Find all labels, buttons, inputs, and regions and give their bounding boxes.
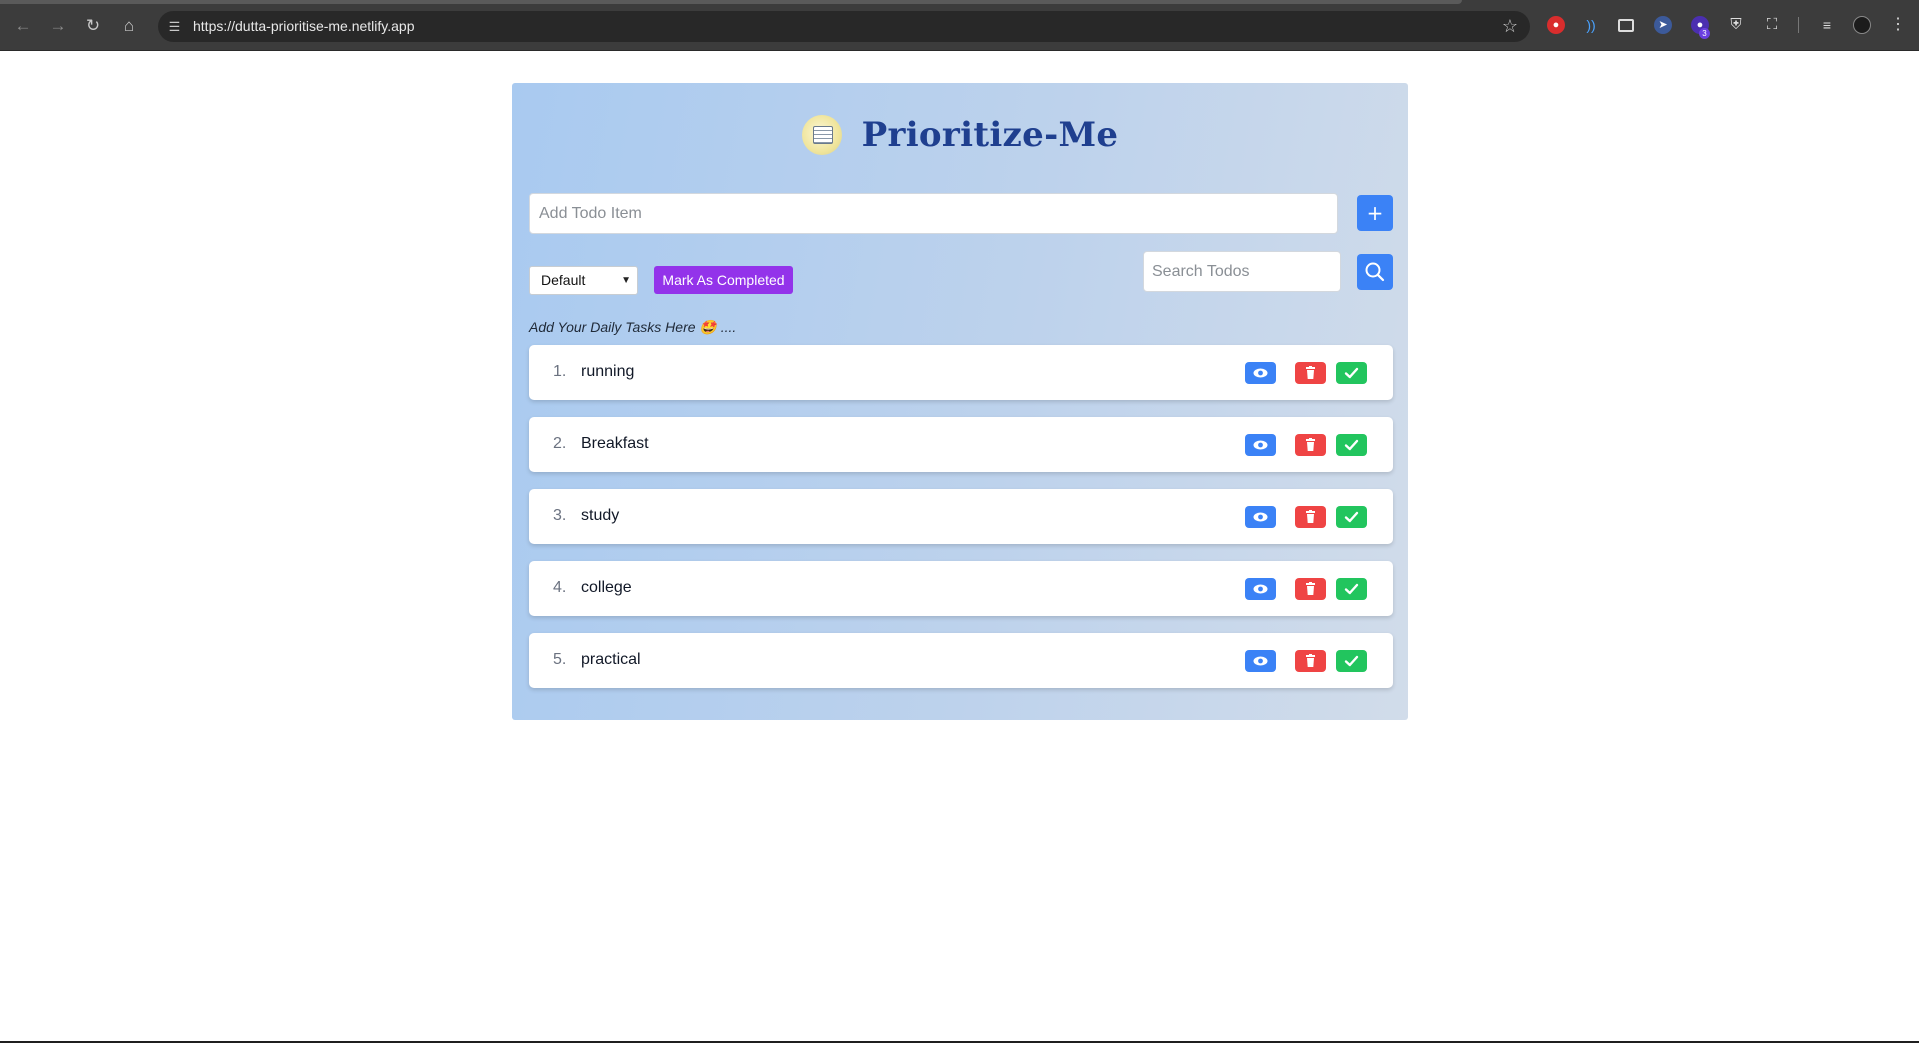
todo-text: Breakfast xyxy=(581,435,649,452)
todo-text: study xyxy=(581,507,620,524)
delete-todo-button[interactable] xyxy=(1295,650,1326,672)
todo-text: running xyxy=(581,363,635,380)
extension-adblock-icon[interactable]: ● xyxy=(1547,16,1565,34)
view-todo-button[interactable] xyxy=(1245,362,1276,384)
address-bar[interactable]: ☰ https://dutta-prioritise-me.netlify.ap… xyxy=(158,11,1530,42)
checkmark-icon xyxy=(1344,439,1359,451)
complete-todo-button[interactable] xyxy=(1336,434,1367,456)
extension-window-icon[interactable] xyxy=(1618,19,1634,32)
app-header: Prioritize-Me xyxy=(512,110,1408,160)
todo-item: 1. running xyxy=(529,345,1393,400)
delete-todo-button[interactable] xyxy=(1295,362,1326,384)
reading-list-icon[interactable]: ≡ xyxy=(1818,16,1836,34)
eye-icon xyxy=(1253,512,1268,522)
url-text[interactable]: https://dutta-prioritise-me.netlify.app xyxy=(193,18,415,34)
trash-icon xyxy=(1306,438,1315,451)
reload-icon[interactable]: ↻ xyxy=(82,15,104,37)
eye-icon xyxy=(1253,368,1268,378)
view-todo-button[interactable] xyxy=(1245,578,1276,600)
search-button[interactable] xyxy=(1357,254,1393,290)
hint-text: Add Your Daily Tasks Here 🤩 .... xyxy=(529,319,737,335)
mark-completed-button[interactable]: Mark As Completed xyxy=(654,266,793,294)
todo-item: 3. study xyxy=(529,489,1393,544)
menu-kebab-icon[interactable]: ⋮ xyxy=(1889,16,1907,34)
sort-select-value: Default xyxy=(541,272,586,288)
complete-todo-button[interactable] xyxy=(1336,650,1367,672)
view-todo-button[interactable] xyxy=(1245,506,1276,528)
forward-arrow-icon[interactable]: → xyxy=(47,15,69,37)
search-input[interactable] xyxy=(1143,251,1341,292)
extensions-puzzle-icon[interactable]: ⛶ xyxy=(1763,16,1781,34)
checkmark-icon xyxy=(1344,583,1359,595)
trash-icon xyxy=(1306,654,1315,667)
eye-icon xyxy=(1253,584,1268,594)
delete-todo-button[interactable] xyxy=(1295,578,1326,600)
eye-icon xyxy=(1253,656,1268,666)
sort-select[interactable]: Default ▼ xyxy=(529,266,638,295)
todo-item: 5. practical xyxy=(529,633,1393,688)
checkmark-icon xyxy=(1344,655,1359,667)
site-settings-icon[interactable]: ☰ xyxy=(166,18,183,35)
todo-item: 4. college xyxy=(529,561,1393,616)
delete-todo-button[interactable] xyxy=(1295,434,1326,456)
todo-number: 4. xyxy=(553,579,567,596)
todo-text: college xyxy=(581,579,632,596)
add-todo-input[interactable] xyxy=(529,193,1338,234)
complete-todo-button[interactable] xyxy=(1336,578,1367,600)
extension-shield-icon[interactable]: ⛨ xyxy=(1727,16,1745,34)
todo-item: 2. Breakfast xyxy=(529,417,1393,472)
back-arrow-icon[interactable]: ← xyxy=(12,15,34,37)
trash-icon xyxy=(1306,582,1315,595)
checkmark-icon xyxy=(1344,367,1359,379)
checkmark-icon xyxy=(1344,511,1359,523)
browser-toolbar: ← → ↻ ⌂ ☰ https://dutta-prioritise-me.ne… xyxy=(0,0,1919,51)
view-todo-button[interactable] xyxy=(1245,650,1276,672)
app-title: Prioritize-Me xyxy=(861,115,1119,155)
tab-strip-edge xyxy=(0,0,1462,4)
todo-number: 5. xyxy=(553,651,567,668)
todo-number: 2. xyxy=(553,435,567,452)
delete-todo-button[interactable] xyxy=(1295,506,1326,528)
trash-icon xyxy=(1306,366,1315,379)
todo-number: 3. xyxy=(553,507,567,524)
home-icon[interactable]: ⌂ xyxy=(118,15,140,37)
bookmark-star-icon[interactable]: ☆ xyxy=(1502,16,1518,36)
profile-avatar[interactable] xyxy=(1853,16,1871,34)
extension-wifi-icon[interactable]: )) xyxy=(1582,16,1600,34)
todo-text: practical xyxy=(581,651,641,668)
view-todo-button[interactable] xyxy=(1245,434,1276,456)
search-icon xyxy=(1365,262,1385,282)
notepad-logo-icon xyxy=(801,115,842,155)
add-todo-button[interactable]: + xyxy=(1357,195,1393,231)
complete-todo-button[interactable] xyxy=(1336,362,1367,384)
complete-todo-button[interactable] xyxy=(1336,506,1367,528)
todo-number: 1. xyxy=(553,363,567,380)
chevron-down-icon: ▼ xyxy=(621,275,631,286)
eye-icon xyxy=(1253,440,1268,450)
todo-app-card: Prioritize-Me + Default ▼ Mark As Comple… xyxy=(512,83,1408,720)
toolbar-divider xyxy=(1798,17,1799,33)
extension-cursor-icon[interactable]: ➤ xyxy=(1654,16,1672,34)
extension-badge: 3 xyxy=(1699,28,1710,39)
trash-icon xyxy=(1306,510,1315,523)
